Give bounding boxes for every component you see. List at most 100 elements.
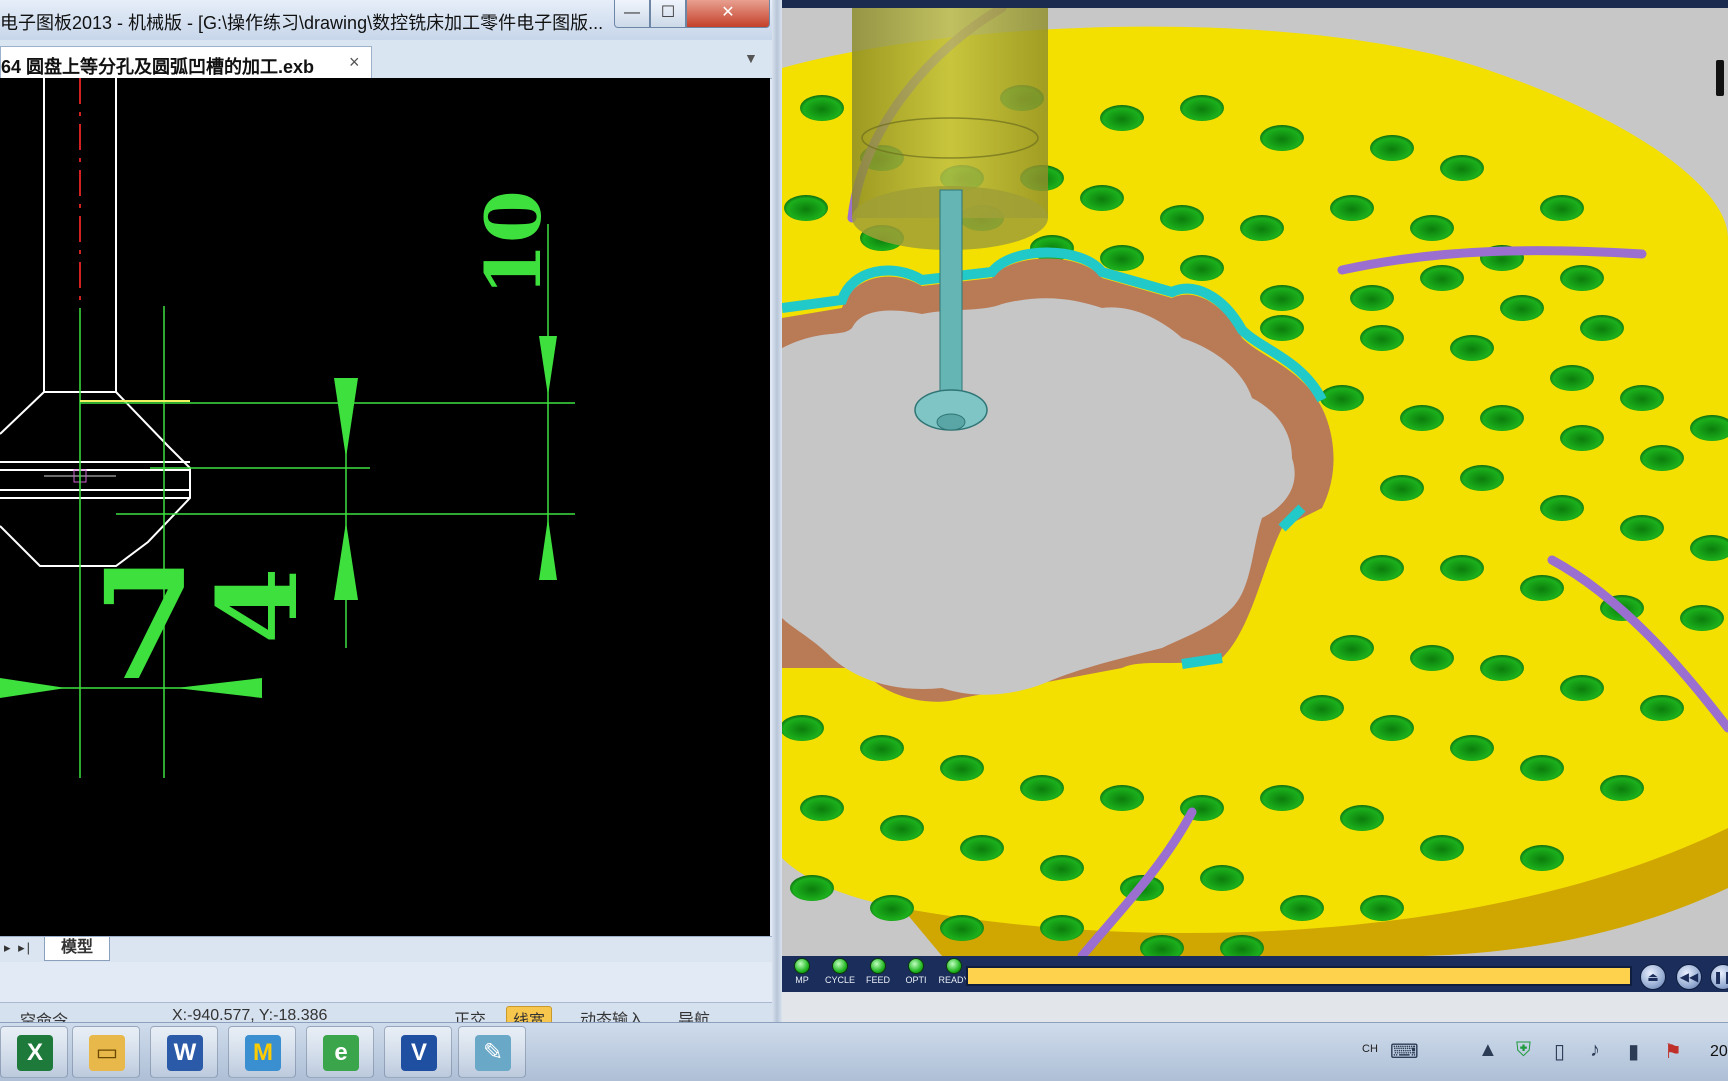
hole xyxy=(1620,515,1664,541)
ortho-toggle[interactable]: 正交 xyxy=(448,1006,492,1022)
hole xyxy=(1100,105,1144,131)
simulation-titlebar xyxy=(782,0,1728,8)
taskbar-app-vericut[interactable]: V xyxy=(384,1026,452,1078)
status-coordinates: X:-940.577, Y:-18.386 xyxy=(172,1007,328,1022)
tray-arrow-icon[interactable]: ▲ xyxy=(1478,1039,1498,1062)
hole xyxy=(1600,775,1644,801)
command-area[interactable] xyxy=(0,962,772,1002)
signal-icon[interactable]: ▮ xyxy=(1628,1039,1639,1064)
hole xyxy=(1180,95,1224,121)
hole xyxy=(1450,335,1494,361)
hole xyxy=(1280,895,1324,921)
dynamic-input-toggle[interactable]: 动态输入 xyxy=(574,1006,650,1022)
document-tab[interactable]: 64 圆盘上等分孔及圆弧凹槽的加工.exb × xyxy=(0,46,372,78)
hole xyxy=(1320,385,1364,411)
flag-icon[interactable]: ⚑ xyxy=(1664,1039,1682,1064)
window-divider[interactable] xyxy=(772,0,782,1022)
linewidth-toggle[interactable]: 线宽 xyxy=(506,1006,553,1022)
taskbar-app-excel[interactable]: X xyxy=(0,1026,68,1078)
pause-button[interactable]: ❚❚ xyxy=(1710,964,1728,990)
tab-close-icon[interactable]: × xyxy=(349,52,360,73)
extension-lines xyxy=(0,224,575,778)
hole xyxy=(800,95,844,121)
hole xyxy=(1410,645,1454,671)
taskbar-app-word[interactable]: W xyxy=(150,1026,218,1078)
file-explorer-icon: ▭ xyxy=(89,1035,125,1071)
hole xyxy=(960,835,1004,861)
window-titlebar[interactable]: 电子图板2013 - 机械版 - [G:\操作练习\drawing\数控铣床加工… xyxy=(0,0,772,40)
simulation-progress-bar[interactable] xyxy=(966,966,1632,986)
hole xyxy=(1450,735,1494,761)
hole xyxy=(1160,205,1204,231)
shield-icon[interactable]: ⛨ xyxy=(1516,1039,1531,1062)
hole xyxy=(1550,365,1594,391)
internet-explorer-icon: e xyxy=(323,1035,359,1071)
hole xyxy=(1260,315,1304,341)
rewind-button[interactable]: ◀◀ xyxy=(1676,964,1702,990)
hole xyxy=(1620,385,1664,411)
taskbar-app-mastercam[interactable]: M xyxy=(228,1026,296,1078)
hole xyxy=(1560,265,1604,291)
battery-icon[interactable]: ▯ xyxy=(1554,1039,1565,1064)
hole xyxy=(782,715,824,741)
simulation-window: MP CYCLE FEED OPTI READY ⏏ ◀◀ ❚❚ xyxy=(782,0,1728,1022)
hole xyxy=(1360,325,1404,351)
hole xyxy=(860,735,904,761)
hole xyxy=(1440,155,1484,181)
taskbar-app-ie[interactable]: e xyxy=(306,1026,374,1078)
minimize-button[interactable]: — xyxy=(614,0,650,28)
led-opti: OPTI xyxy=(896,958,936,985)
hole xyxy=(1100,785,1144,811)
hole xyxy=(1410,215,1454,241)
hole xyxy=(1370,715,1414,741)
hole xyxy=(1350,285,1394,311)
navigation-toggle[interactable]: 导航 xyxy=(672,1006,716,1022)
hole xyxy=(1440,555,1484,581)
viewport-corner-mark xyxy=(1716,60,1724,96)
tray-language[interactable]: CH xyxy=(1362,1043,1378,1055)
keyboard-icon[interactable]: ⌨ xyxy=(1390,1039,1419,1064)
drawing-canvas[interactable]: 10 7 4 xyxy=(0,78,770,936)
hole xyxy=(1340,805,1384,831)
hole xyxy=(1680,605,1724,631)
eject-button[interactable]: ⏏ xyxy=(1640,964,1666,990)
tab-dropdown-icon[interactable]: ▼ xyxy=(744,50,758,66)
hole xyxy=(1260,125,1304,151)
hole xyxy=(1360,555,1404,581)
tool-outline xyxy=(0,78,191,567)
sheet-tabbar: ▸ ▸| 模型 xyxy=(0,936,772,963)
hole xyxy=(1370,135,1414,161)
mastercam-icon: M xyxy=(245,1035,281,1071)
led-mp: MP xyxy=(782,958,822,985)
volume-icon[interactable]: ♪ xyxy=(1590,1039,1600,1062)
vericut-icon: V xyxy=(401,1035,437,1071)
taskbar-app-explorer[interactable]: ▭ xyxy=(72,1026,140,1078)
maximize-button[interactable]: ☐ xyxy=(650,0,686,28)
hole xyxy=(1580,315,1624,341)
hole xyxy=(1260,785,1304,811)
hole xyxy=(1080,185,1124,211)
taskbar: X ▭ W M e V ✎ CH ⌨ ▲ ⛨ ▯ ♪ ▮ ⚑ 20 xyxy=(0,1022,1728,1081)
dimension-text: 10 7 4 xyxy=(92,190,558,714)
hole xyxy=(1330,635,1374,661)
notepad-icon: ✎ xyxy=(475,1035,511,1071)
hole xyxy=(1200,865,1244,891)
simulation-footer xyxy=(782,992,1728,1022)
sheet-nav-buttons[interactable]: ▸ ▸| xyxy=(4,940,32,956)
hole xyxy=(1380,475,1424,501)
document-tab-label: 64 圆盘上等分孔及圆弧凹槽的加工.exb xyxy=(1,57,315,77)
caxa-window: 电子图板2013 - 机械版 - [G:\操作练习\drawing\数控铣床加工… xyxy=(0,0,772,1022)
clock[interactable]: 20 xyxy=(1710,1043,1728,1061)
hole xyxy=(1480,405,1524,431)
hole xyxy=(1540,195,1584,221)
dim-7: 7 xyxy=(92,538,196,714)
taskbar-app-notepad[interactable]: ✎ xyxy=(458,1026,526,1078)
close-button[interactable]: ✕ xyxy=(686,0,770,28)
hole xyxy=(1240,215,1284,241)
excel-icon: X xyxy=(17,1035,53,1071)
sheet-tab-model[interactable]: 模型 xyxy=(44,937,110,961)
hole xyxy=(940,915,984,941)
simulation-viewport[interactable] xyxy=(782,8,1728,956)
hole xyxy=(1040,855,1084,881)
hole xyxy=(1300,695,1344,721)
